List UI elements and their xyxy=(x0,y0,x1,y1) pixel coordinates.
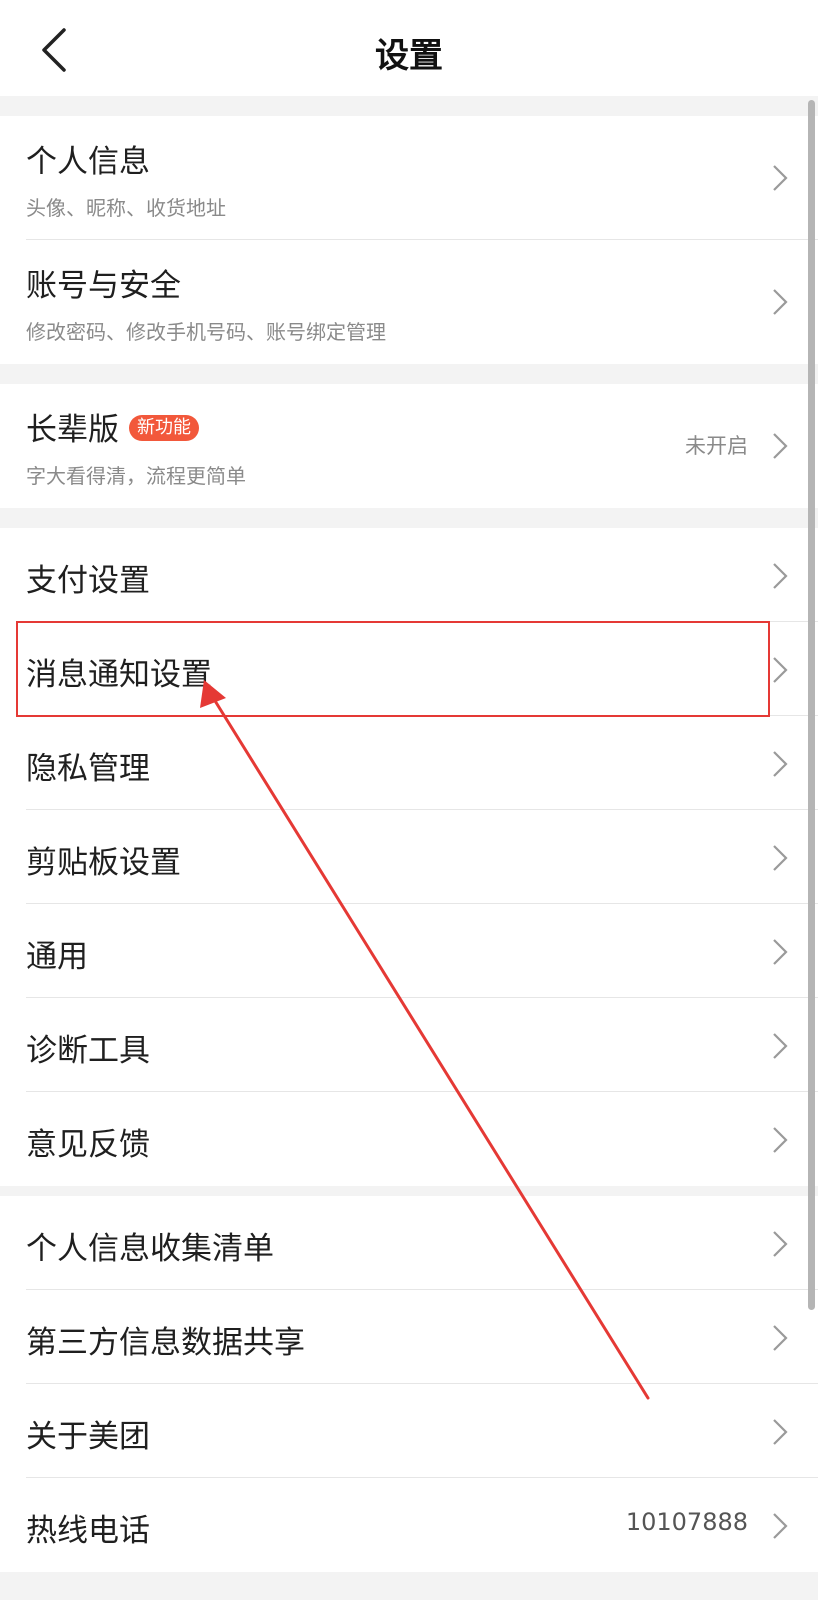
row-subtitle: 字大看得清，流程更简单 xyxy=(26,464,246,488)
row-label: 通用 xyxy=(26,939,88,975)
row-label-text: 长辈版 xyxy=(26,412,119,448)
settings-row-info-collection[interactable]: 个人信息收集清单 xyxy=(0,1196,818,1290)
settings-row-diagnostics[interactable]: 诊断工具 xyxy=(0,998,818,1092)
settings-row-general[interactable]: 通用 xyxy=(0,904,818,998)
settings-row-clipboard[interactable]: 剪贴板设置 xyxy=(0,810,818,904)
chevron-right-icon xyxy=(773,289,788,315)
nav-bar: 设置 xyxy=(0,0,818,96)
chevron-right-icon xyxy=(773,165,788,191)
group-elder-mode: 长辈版 新功能 字大看得清，流程更简单 未开启 xyxy=(0,384,818,508)
chevron-right-icon xyxy=(773,939,788,965)
row-label: 账号与安全 xyxy=(26,268,181,304)
chevron-right-icon xyxy=(773,845,788,871)
row-label: 长辈版 新功能 xyxy=(26,404,199,449)
settings-row-notifications[interactable]: 消息通知设置 xyxy=(0,622,818,716)
settings-row-third-party-sharing[interactable]: 第三方信息数据共享 xyxy=(0,1290,818,1384)
row-label: 剪贴板设置 xyxy=(26,845,181,881)
row-label: 消息通知设置 xyxy=(26,657,212,693)
chevron-right-icon xyxy=(773,1033,788,1059)
chevron-right-icon xyxy=(773,1419,788,1445)
settings-row-feedback[interactable]: 意见反馈 xyxy=(0,1092,818,1186)
chevron-right-icon xyxy=(773,657,788,683)
row-value: 未开启 xyxy=(685,434,748,458)
row-label: 诊断工具 xyxy=(26,1033,150,1069)
chevron-right-icon xyxy=(773,563,788,589)
row-label: 隐私管理 xyxy=(26,751,150,787)
group-general: 支付设置 消息通知设置 隐私管理 剪贴板设置 通用 诊断工具 意见反馈 xyxy=(0,528,818,1186)
new-feature-badge: 新功能 xyxy=(129,414,199,441)
page-title: 设置 xyxy=(375,36,443,76)
settings-row-privacy[interactable]: 隐私管理 xyxy=(0,716,818,810)
row-label: 第三方信息数据共享 xyxy=(26,1325,305,1361)
settings-row-elder-mode[interactable]: 长辈版 新功能 字大看得清，流程更简单 未开启 xyxy=(0,384,818,508)
row-label: 个人信息收集清单 xyxy=(26,1231,274,1267)
row-label: 支付设置 xyxy=(26,563,150,599)
settings-row-personal-info[interactable]: 个人信息 头像、昵称、收货地址 xyxy=(0,116,818,240)
chevron-right-icon xyxy=(773,1513,788,1539)
row-label: 个人信息 xyxy=(26,144,150,180)
chevron-right-icon xyxy=(773,1231,788,1257)
row-subtitle: 修改密码、修改手机号码、账号绑定管理 xyxy=(26,320,386,344)
row-label: 关于美团 xyxy=(26,1419,150,1455)
settings-row-payment[interactable]: 支付设置 xyxy=(0,528,818,622)
hotline-number: 10107888 xyxy=(625,1508,748,1536)
scrollbar[interactable] xyxy=(808,100,815,1310)
settings-row-account-security[interactable]: 账号与安全 修改密码、修改手机号码、账号绑定管理 xyxy=(0,240,818,364)
row-label: 意见反馈 xyxy=(26,1127,150,1163)
group-account: 个人信息 头像、昵称、收货地址 账号与安全 修改密码、修改手机号码、账号绑定管理 xyxy=(0,116,818,364)
group-about: 个人信息收集清单 第三方信息数据共享 关于美团 热线电话 10107888 xyxy=(0,1196,818,1572)
row-subtitle: 头像、昵称、收货地址 xyxy=(26,196,226,220)
settings-row-about[interactable]: 关于美团 xyxy=(0,1384,818,1478)
chevron-right-icon xyxy=(773,433,788,459)
row-label: 热线电话 xyxy=(26,1513,150,1549)
settings-row-hotline[interactable]: 热线电话 10107888 xyxy=(0,1478,818,1572)
chevron-right-icon xyxy=(773,751,788,777)
chevron-right-icon xyxy=(773,1325,788,1351)
chevron-right-icon xyxy=(773,1127,788,1153)
